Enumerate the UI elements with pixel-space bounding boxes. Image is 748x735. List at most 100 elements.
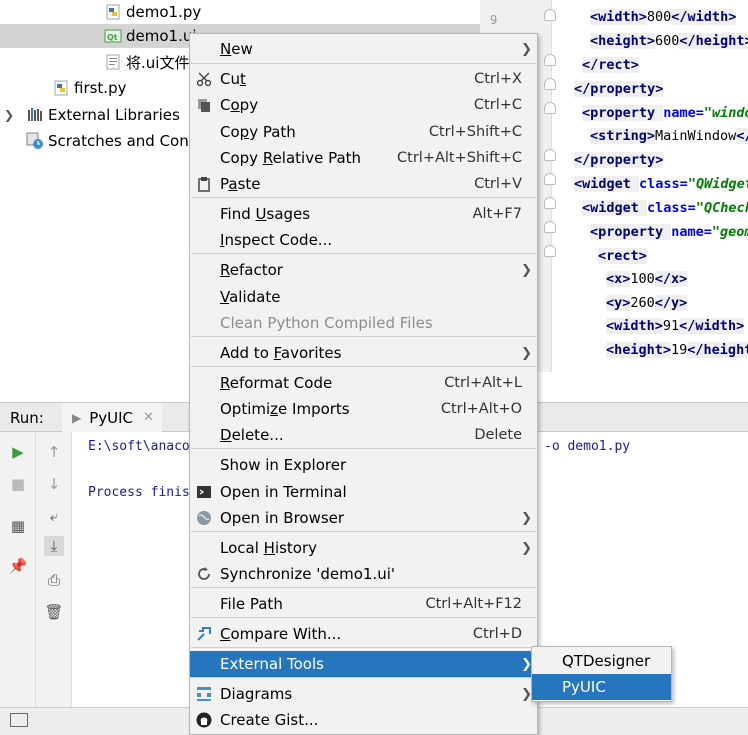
menu-item-clean-python-compiled-files: Clean Python Compiled Files (190, 310, 537, 336)
menu-item-inspect-code[interactable]: Inspect Code... (190, 227, 537, 253)
tree-item-demo1-py[interactable]: demo1.py (104, 0, 480, 24)
close-icon[interactable]: ✕ (143, 410, 154, 425)
submenu-item-pyuic[interactable]: PyUIC (532, 674, 671, 700)
fold-marker-icon[interactable] (544, 9, 556, 21)
context-menu: New ❯ Cut Ctrl+X Copy Ctrl+C Copy Path Ctrl+Shi… (189, 33, 538, 735)
pin-icon[interactable]: 📌 (8, 556, 28, 576)
menu-item-shortcut: Ctrl+Alt+Shift+C (397, 150, 522, 166)
code-token: MainWindow (655, 128, 737, 144)
library-icon (26, 106, 44, 124)
menu-separator (191, 336, 536, 337)
menu-item-synchronize-demo1-ui[interactable]: Synchronize 'demo1.ui' (190, 561, 537, 587)
code-line: <x>100</x> (606, 271, 688, 287)
code-token: <widget (574, 176, 640, 192)
github-icon (195, 711, 213, 729)
fold-marker-icon[interactable] (544, 173, 556, 185)
code-line: <widget class="QWidget (574, 176, 748, 192)
code-token: "window (703, 105, 748, 121)
submenu-item-qtdesigner[interactable]: QTDesigner (532, 648, 671, 674)
menu-item-compare-with[interactable]: Compare With... Ctrl+D (190, 621, 537, 647)
menu-item-label: Cut (220, 70, 246, 88)
stop-icon[interactable]: ■ (8, 474, 28, 494)
menu-item-diagrams[interactable]: Diagrams ❯ (190, 681, 537, 707)
code-token: <width> (606, 318, 663, 334)
menu-item-label: Clean Python Compiled Files (220, 314, 433, 332)
down-arrow-icon[interactable]: ↓ (44, 474, 64, 494)
fold-marker-icon[interactable] (544, 54, 556, 66)
menu-separator (191, 617, 536, 618)
code-token: </width> (679, 318, 745, 334)
menu-item-find-usages[interactable]: Find Usages Alt+F7 (190, 201, 537, 227)
code-token: </s (736, 128, 748, 144)
menu-item-cut[interactable]: Cut Ctrl+X (190, 66, 537, 92)
clipboard-icon (195, 175, 213, 193)
line-number: 9 (490, 13, 498, 27)
code-token: 91 (662, 318, 680, 334)
menu-item-new[interactable]: New ❯ (190, 36, 537, 62)
menu-item-copy-path[interactable]: Copy Path Ctrl+Shift+C (190, 119, 537, 145)
menu-item-label: Copy Relative Path (220, 149, 362, 167)
menu-item-delete[interactable]: Delete... Delete (190, 422, 537, 448)
terminal-icon (195, 483, 213, 501)
menu-item-add-to-favorites[interactable]: Add to Favorites ❯ (190, 340, 537, 366)
menu-item-label: Refactor (220, 261, 283, 279)
trash-icon[interactable]: 🗑 (44, 602, 64, 622)
toggle-panel-icon[interactable] (10, 713, 28, 727)
menu-item-create-gist[interactable]: Create Gist... (190, 707, 537, 733)
menu-item-optimize-imports[interactable]: Optimize Imports Ctrl+Alt+O (190, 396, 537, 422)
menu-item-label: Delete... (220, 426, 284, 444)
menu-item-open-in-terminal[interactable]: Open in Terminal (190, 479, 537, 505)
menu-item-external-tools[interactable]: External Tools ❯ (190, 651, 537, 677)
code-token: </x> (654, 271, 688, 287)
menu-separator (191, 197, 536, 198)
code-line: <property name="geom (590, 224, 748, 240)
menu-item-label: Inspect Code... (220, 231, 333, 249)
code-line: </rect> (582, 57, 639, 73)
code-line: </property> (574, 81, 664, 97)
soft-wrap-icon[interactable]: ⤶ (44, 506, 64, 526)
menu-item-label: Add to Favorites (220, 344, 342, 362)
code-line: <string>MainWindow</s (590, 128, 748, 144)
menu-item-shortcut: Ctrl+C (473, 97, 522, 113)
menu-item-label: Show in Explorer (220, 456, 347, 474)
menu-item-validate[interactable]: Validate (190, 284, 537, 310)
menu-item-label: Optimize Imports (220, 400, 350, 418)
code-token: </property> (574, 152, 664, 168)
python-file-icon (52, 79, 70, 97)
menu-item-label: New (220, 40, 253, 58)
menu-item-shortcut: Alt+F7 (472, 206, 522, 222)
menu-item-label: File Path (220, 595, 283, 613)
menu-item-copy[interactable]: Copy Ctrl+C (190, 92, 537, 118)
run-tab-pyuic[interactable]: ▶ PyUIC ✕ (62, 403, 162, 432)
rerun-icon[interactable]: ▶ (8, 442, 28, 462)
menu-item-open-in-browser[interactable]: Open in Browser ❯ (190, 505, 537, 531)
play-icon: ▶ (72, 410, 82, 425)
code-token: 600 (655, 33, 680, 49)
layout-icon[interactable]: ▦ (8, 516, 28, 536)
menu-item-label: Diagrams (220, 685, 293, 703)
fold-marker-icon[interactable] (544, 78, 556, 90)
print-icon[interactable]: ⎙ (44, 570, 64, 590)
menu-item-paste[interactable]: Paste Ctrl+V (190, 171, 537, 197)
code-line: <width>91</width> (606, 318, 745, 334)
console-line: -o demo1.py (544, 439, 631, 454)
code-line: <width>800</width> (590, 9, 737, 25)
fold-marker-icon[interactable] (544, 102, 556, 114)
fold-marker-icon[interactable] (544, 149, 556, 161)
menu-item-reformat-code[interactable]: Reformat Code Ctrl+Alt+L (190, 370, 537, 396)
up-arrow-icon[interactable]: ↑ (44, 442, 64, 462)
menu-item-copy-relative-path[interactable]: Copy Relative Path Ctrl+Alt+Shift+C (190, 145, 537, 171)
menu-item-file-path[interactable]: File Path Ctrl+Alt+F12 (190, 591, 537, 617)
fold-marker-icon[interactable] (544, 221, 556, 233)
code-token: <property (590, 224, 672, 240)
menu-item-refactor[interactable]: Refactor ❯ (190, 257, 537, 283)
code-token: <rect> (598, 248, 647, 264)
chevron-right-icon[interactable]: ❯ (4, 108, 14, 122)
menu-item-label: External Tools (220, 655, 324, 673)
fold-marker-icon[interactable] (544, 245, 556, 257)
code-line: <widget class="QCheck (582, 200, 748, 216)
scroll-to-end-icon[interactable]: ⤓ (44, 536, 64, 556)
menu-item-local-history[interactable]: Local History ❯ (190, 535, 537, 561)
menu-item-show-in-explorer[interactable]: Show in Explorer (190, 452, 537, 478)
fold-marker-icon[interactable] (544, 197, 556, 209)
